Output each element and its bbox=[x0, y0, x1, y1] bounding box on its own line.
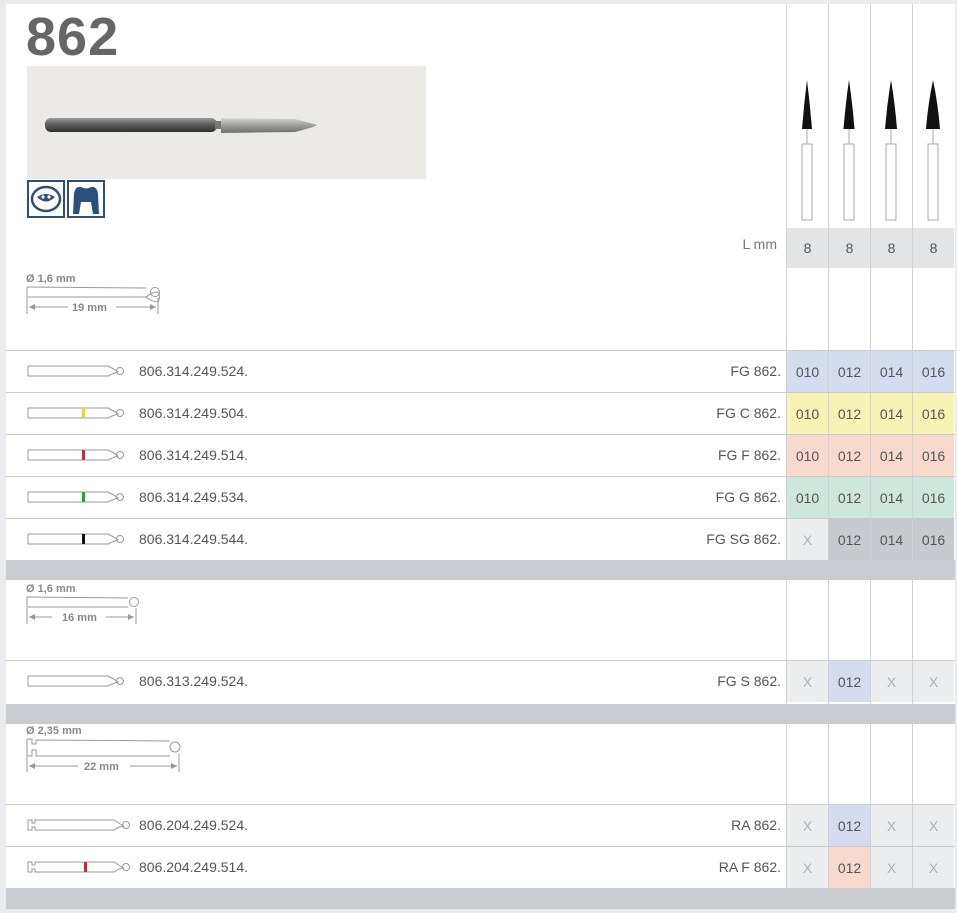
group-separator bbox=[6, 888, 955, 909]
diameter-label: Ø 2,35 mm bbox=[26, 725, 82, 737]
size-cell[interactable]: 016 bbox=[913, 393, 954, 434]
length-dimension: 19 mm bbox=[72, 302, 107, 314]
shank-icon bbox=[27, 675, 124, 687]
size-cell[interactable]: 016 bbox=[913, 519, 954, 560]
shank-icon bbox=[27, 533, 124, 545]
article-code: 806.314.249.534. bbox=[139, 489, 248, 505]
size-cell[interactable]: 012 bbox=[829, 393, 870, 434]
article-code: 806.314.249.504. bbox=[139, 405, 248, 421]
size-cell[interactable]: 012 bbox=[829, 805, 870, 846]
product-sheet: 862 L mm 8 8 8 8 Ø 1,6 mm 19 mm Ø 1,6 mm… bbox=[6, 4, 955, 909]
size-cell[interactable]: 012 bbox=[829, 847, 870, 888]
table-row: 806.314.249.514. FG F 862. 010 012 014 016 bbox=[6, 434, 955, 476]
tooth-crown-icon bbox=[67, 180, 105, 218]
size-cell: X bbox=[787, 847, 828, 888]
table-row: 806.314.249.504. FG C 862. 010 012 014 016 bbox=[6, 392, 955, 434]
product-name: FG 862. bbox=[730, 363, 781, 379]
article-code: 806.313.249.524. bbox=[139, 673, 248, 689]
size-cell: X bbox=[871, 805, 912, 846]
size-cell: X bbox=[913, 805, 954, 846]
size-cell[interactable]: 010 bbox=[787, 435, 828, 476]
bur-profile-illustrations bbox=[801, 80, 940, 221]
product-name: RA F 862. bbox=[718, 859, 781, 875]
product-name: FG SG 862. bbox=[706, 531, 781, 547]
shank-icon bbox=[27, 407, 124, 419]
table-row: 806.313.249.524. FG S 862. X 012 X X bbox=[6, 660, 955, 702]
size-cell[interactable]: 012 bbox=[829, 435, 870, 476]
product-name: FG F 862. bbox=[717, 447, 781, 463]
shank-icon bbox=[27, 365, 124, 377]
bur-photo bbox=[27, 66, 426, 179]
table-row: 806.314.249.534. FG G 862. 010 012 014 016 bbox=[6, 476, 955, 518]
size-cell[interactable]: 012 bbox=[829, 351, 870, 392]
size-cell: X bbox=[787, 805, 828, 846]
length-value: 8 bbox=[913, 228, 954, 268]
size-cell[interactable]: 016 bbox=[913, 351, 954, 392]
size-cell: X bbox=[913, 847, 954, 888]
dimension-drawing: Ø 2,35 mm 22 mm bbox=[26, 725, 181, 773]
shank-icon bbox=[27, 449, 124, 461]
group-separator bbox=[6, 560, 955, 580]
product-name: FG C 862. bbox=[716, 405, 781, 421]
diameter-label: Ø 1,6 mm bbox=[26, 273, 76, 285]
dimension-drawing: Ø 1,6 mm 19 mm bbox=[26, 273, 160, 314]
size-cell[interactable]: 014 bbox=[871, 393, 912, 434]
length-value: 8 bbox=[787, 228, 828, 268]
shank-icon bbox=[27, 491, 124, 503]
article-code: 806.204.249.514. bbox=[139, 859, 248, 875]
size-cell[interactable]: 014 bbox=[871, 351, 912, 392]
article-code: 806.314.249.524. bbox=[139, 363, 248, 379]
patient-mouth-icon bbox=[27, 180, 65, 218]
size-cell[interactable]: 012 bbox=[829, 661, 870, 702]
article-code: 806.204.249.524. bbox=[139, 817, 248, 833]
length-dimension: 22 mm bbox=[84, 761, 119, 773]
length-value: 8 bbox=[829, 228, 870, 268]
diameter-label: Ø 1,6 mm bbox=[26, 583, 76, 595]
product-name: RA 862. bbox=[731, 817, 781, 833]
product-name: FG S 862. bbox=[717, 673, 781, 689]
size-cell[interactable]: 010 bbox=[787, 393, 828, 434]
length-dimension: 16 mm bbox=[62, 612, 97, 624]
product-name: FG G 862. bbox=[715, 489, 781, 505]
group-separator bbox=[6, 704, 955, 724]
size-cell[interactable]: 014 bbox=[871, 435, 912, 476]
article-code: 806.314.249.544. bbox=[139, 531, 248, 547]
size-cell: X bbox=[913, 661, 954, 702]
length-value: 8 bbox=[871, 228, 912, 268]
size-cell[interactable]: 016 bbox=[913, 435, 954, 476]
size-cell[interactable]: 014 bbox=[871, 477, 912, 518]
size-cell: X bbox=[787, 519, 828, 560]
table-row: 806.314.249.524. FG 862. 010 012 014 016 bbox=[6, 350, 955, 392]
size-cell[interactable]: 012 bbox=[829, 519, 870, 560]
shank-icon bbox=[27, 861, 130, 873]
size-cell[interactable]: 010 bbox=[787, 351, 828, 392]
size-cell: X bbox=[871, 847, 912, 888]
article-code: 806.314.249.514. bbox=[139, 447, 248, 463]
size-cell[interactable]: 016 bbox=[913, 477, 954, 518]
size-cell[interactable]: 012 bbox=[829, 477, 870, 518]
length-label: L mm bbox=[742, 236, 777, 252]
size-cell: X bbox=[787, 661, 828, 702]
shank-icon bbox=[27, 819, 130, 831]
table-row: 806.204.249.524. RA 862. X 012 X X bbox=[6, 804, 955, 846]
product-number: 862 bbox=[26, 7, 120, 67]
table-row: 806.204.249.514. RA F 862. X 012 X X bbox=[6, 846, 955, 888]
dimension-drawing: Ø 1,6 mm 16 mm bbox=[26, 583, 139, 624]
size-cell: X bbox=[871, 661, 912, 702]
size-cell[interactable]: 010 bbox=[787, 477, 828, 518]
size-cell[interactable]: 014 bbox=[871, 519, 912, 560]
table-row: 806.314.249.544. FG SG 862. X 012 014 016 bbox=[6, 518, 955, 560]
